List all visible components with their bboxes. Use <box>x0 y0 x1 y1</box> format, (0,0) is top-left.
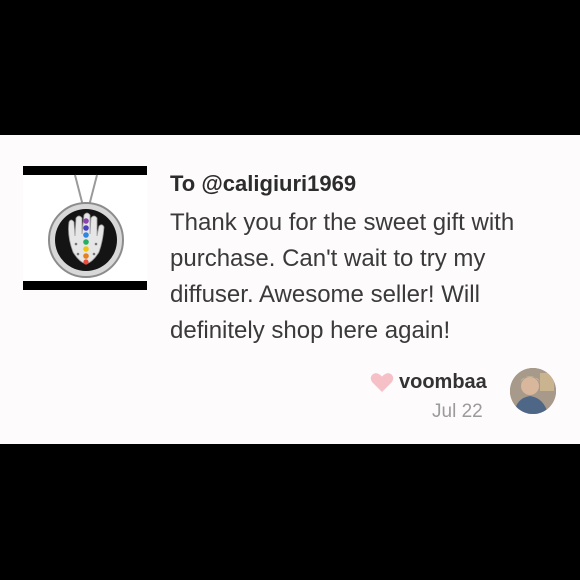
thumbnail-bottom-bar <box>23 281 147 290</box>
reviewer-avatar[interactable] <box>510 368 556 414</box>
avatar-photo <box>510 368 556 414</box>
reviewer-username[interactable]: voombaa <box>399 371 487 394</box>
review-date: Jul 22 <box>432 401 483 422</box>
heart-icon[interactable] <box>370 372 394 393</box>
recipient-heading: To @caligiuri1969 <box>170 171 357 196</box>
review-message: Thank you for the sweet gift with purcha… <box>170 209 515 344</box>
product-thumbnail[interactable] <box>23 166 147 290</box>
locket-image <box>48 174 124 278</box>
review-card: To @caligiuri1969 Thank you for the swee… <box>0 135 580 444</box>
